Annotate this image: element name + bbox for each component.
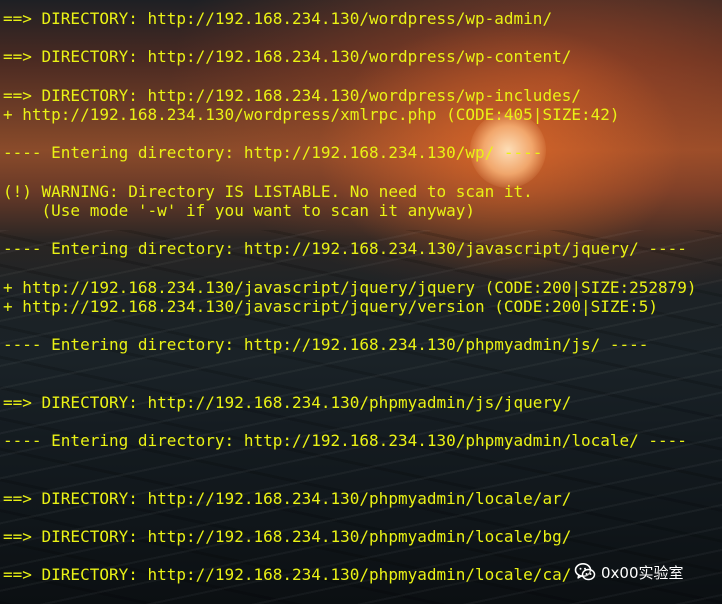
watermark-text: 0x00实验室 bbox=[601, 563, 684, 582]
terminal-line: ---- Entering directory: http://192.168.… bbox=[3, 143, 543, 163]
terminal-line: ==> DIRECTORY: http://192.168.234.130/wo… bbox=[3, 47, 572, 67]
terminal-line: ---- Entering directory: http://192.168.… bbox=[3, 431, 687, 451]
terminal-line: ==> DIRECTORY: http://192.168.234.130/ph… bbox=[3, 488, 572, 508]
watermark: 0x00实验室 bbox=[574, 556, 684, 588]
terminal-line: + http://192.168.234.130/javascript/jque… bbox=[3, 296, 659, 316]
terminal-line: ==> DIRECTORY: http://192.168.234.130/ph… bbox=[3, 527, 572, 547]
terminal-line: ---- Entering directory: http://192.168.… bbox=[3, 239, 687, 259]
terminal-line: + http://192.168.234.130/javascript/jque… bbox=[3, 277, 697, 297]
wechat-icon bbox=[574, 561, 596, 583]
terminal-line: (!) WARNING: Directory IS LISTABLE. No n… bbox=[3, 181, 533, 201]
terminal-window: ==> DIRECTORY: http://192.168.234.130/wo… bbox=[0, 0, 722, 604]
terminal-line: ==> DIRECTORY: http://192.168.234.130/wo… bbox=[3, 9, 553, 28]
terminal-line: ==> DIRECTORY: http://192.168.234.130/wo… bbox=[3, 85, 581, 105]
terminal-line: ==> DIRECTORY: http://192.168.234.130/ph… bbox=[3, 392, 572, 412]
terminal-line: + http://192.168.234.130/wordpress/xmlrp… bbox=[3, 104, 620, 124]
terminal-output: ==> DIRECTORY: http://192.168.234.130/wo… bbox=[3, 9, 722, 585]
terminal-line: ---- Entering directory: http://192.168.… bbox=[3, 335, 649, 355]
terminal-line: (Use mode '-w' if you want to scan it an… bbox=[3, 200, 476, 220]
